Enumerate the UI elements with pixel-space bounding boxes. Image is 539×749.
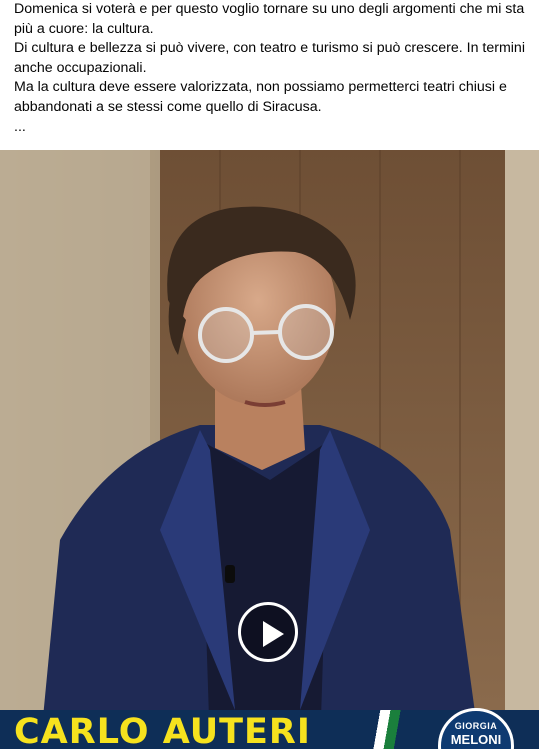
post-paragraph: Ma la cultura deve essere valorizzata, n…: [14, 79, 507, 115]
logo-top-text: GIORGIA: [454, 721, 498, 731]
post-paragraph: Domenica si voterà e per questo voglio t…: [14, 1, 525, 37]
post-card: Domenica si voterà e per questo voglio t…: [0, 0, 539, 749]
candidate-name: CARLO AUTERI: [14, 712, 311, 749]
post-paragraph: Di cultura e bellezza si può vivere, con…: [14, 40, 525, 76]
play-button[interactable]: [238, 602, 298, 662]
logo-main-text: MELONI: [450, 732, 502, 747]
video-player[interactable]: [0, 150, 539, 749]
post-text: Domenica si voterà e per questo voglio t…: [14, 0, 529, 137]
play-icon: [263, 621, 284, 647]
see-more-ellipsis[interactable]: ...: [14, 118, 529, 138]
